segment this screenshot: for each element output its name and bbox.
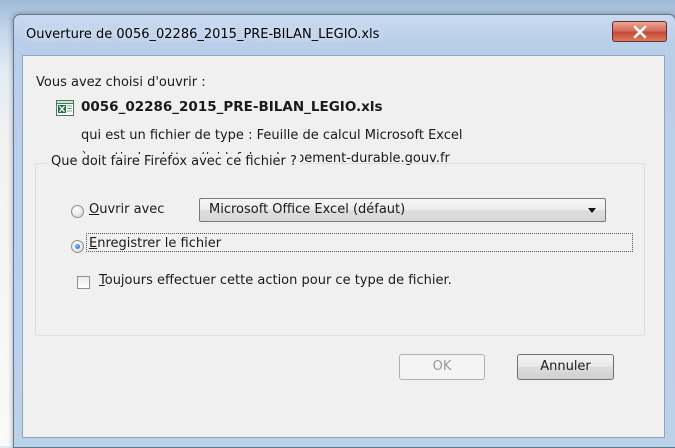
- always-do-this-label[interactable]: Toujours effectuer cette action pour ce …: [99, 273, 452, 288]
- excel-file-icon: [56, 100, 74, 116]
- chevron-down-icon: [588, 208, 596, 213]
- group-label: Que doit faire Firefox avec ce fichier ?: [48, 154, 300, 169]
- save-file-radio[interactable]: [71, 240, 84, 253]
- intro-text: Vous avez choisi d'ouvrir :: [36, 75, 206, 90]
- dialog-title: Ouverture de 0056_02286_2015_PRE-BILAN_L…: [26, 27, 380, 42]
- app-select-value: Microsoft Office Excel (défaut): [209, 202, 406, 217]
- open-with-label[interactable]: Ouvrir avec: [89, 202, 164, 217]
- app-select[interactable]: Microsoft Office Excel (défaut): [199, 198, 606, 222]
- close-button[interactable]: [612, 21, 667, 42]
- title-bar[interactable]: Ouverture de 0056_02286_2015_PRE-BILAN_L…: [14, 15, 675, 55]
- file-type-line: qui est un fichier de type : Feuille de …: [81, 128, 463, 143]
- open-with-radio[interactable]: [71, 205, 84, 218]
- close-icon: [633, 25, 647, 39]
- ok-button[interactable]: OK: [399, 354, 485, 380]
- cancel-button[interactable]: Annuler: [517, 354, 614, 380]
- file-name: 0056_02286_2015_PRE-BILAN_LEGIO.xls: [81, 99, 383, 115]
- always-do-this-checkbox[interactable]: [77, 276, 90, 289]
- save-file-label[interactable]: Enregistrer le fichier: [89, 236, 221, 251]
- download-dialog: Ouverture de 0056_02286_2015_PRE-BILAN_L…: [13, 14, 675, 448]
